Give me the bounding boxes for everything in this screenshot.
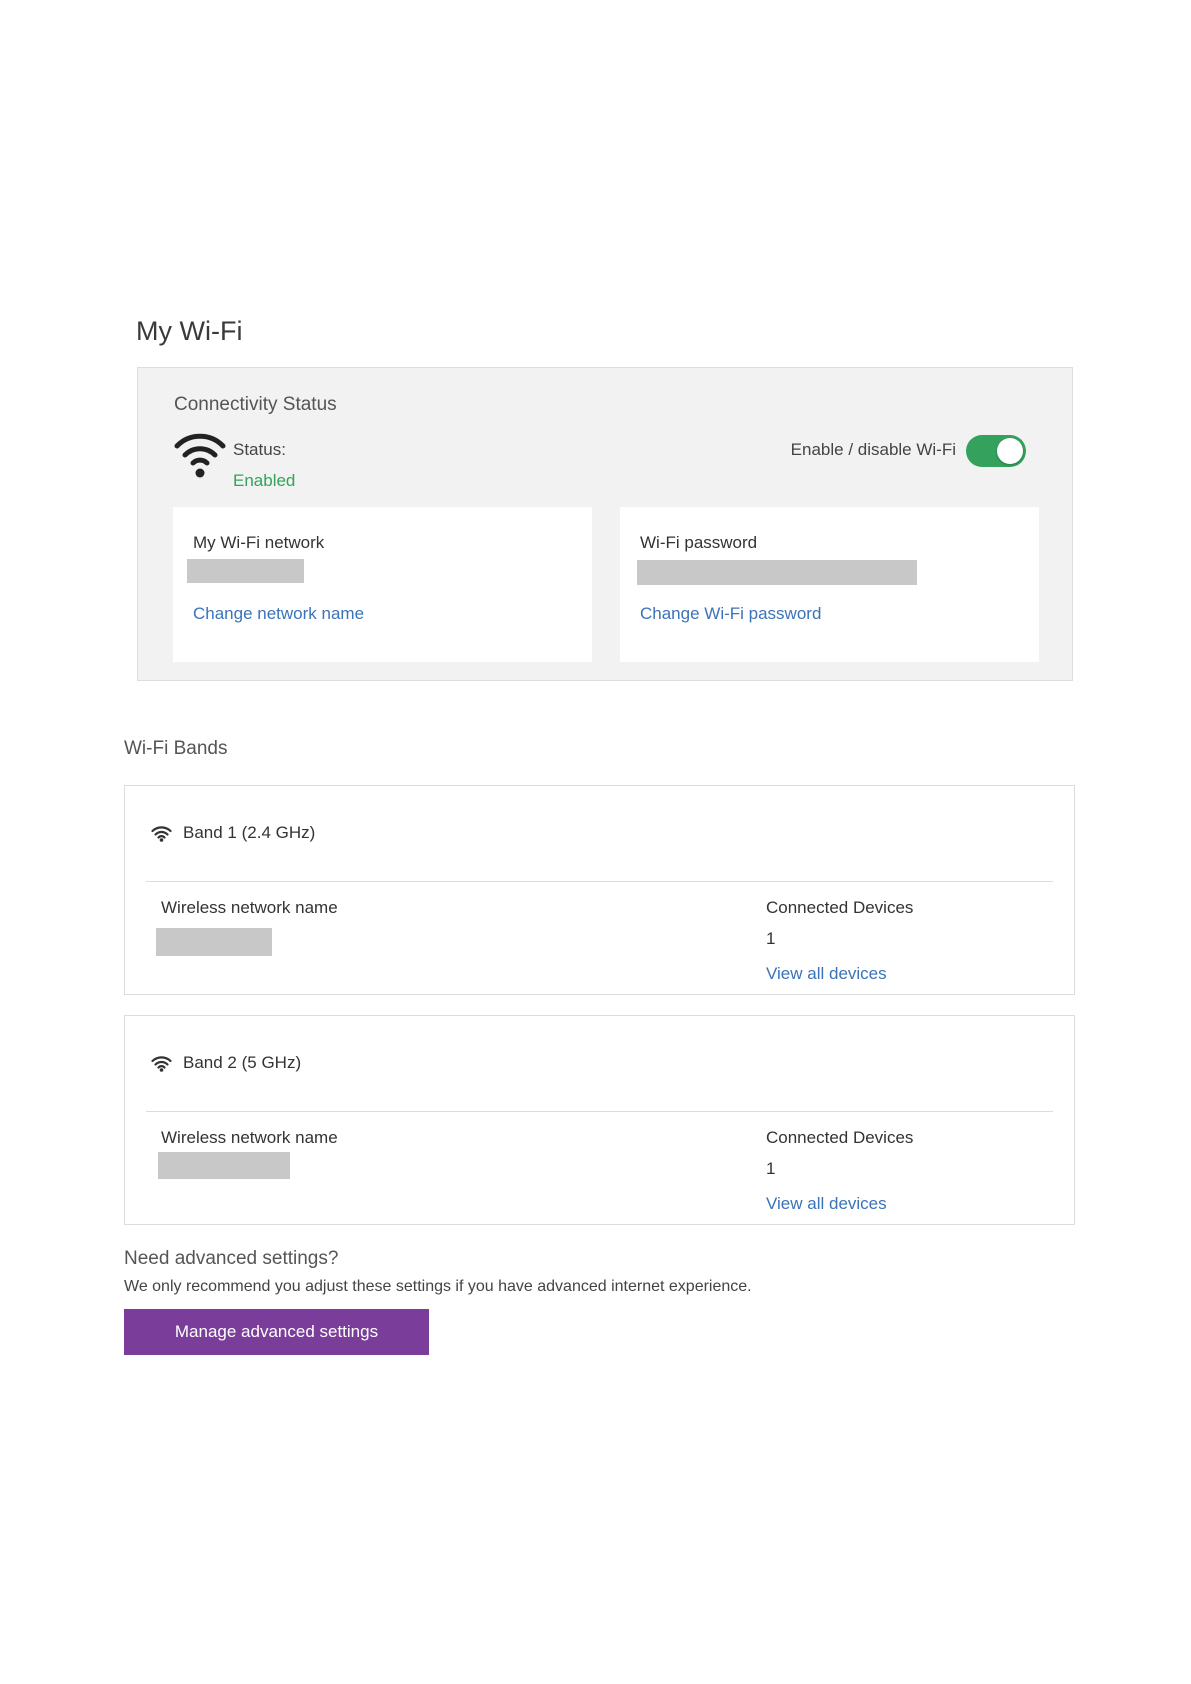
band-title: Band 1 (2.4 GHz) bbox=[183, 823, 316, 842]
change-network-name-link[interactable]: Change network name bbox=[193, 604, 364, 624]
connected-devices-label: Connected Devices bbox=[766, 1128, 914, 1147]
wifi-password-card: Wi-Fi password Change Wi-Fi password bbox=[620, 507, 1039, 662]
status-value: Enabled bbox=[233, 471, 296, 490]
wifi-password-title: Wi-Fi password bbox=[640, 533, 758, 552]
connected-devices-count: 1 bbox=[766, 929, 776, 948]
band-divider bbox=[146, 1111, 1053, 1112]
connected-devices-label: Connected Devices bbox=[766, 898, 914, 917]
wifi-toggle-label: Enable / disable Wi-Fi bbox=[790, 440, 956, 459]
wifi-icon bbox=[151, 826, 172, 842]
band-card-1: Band 1 (2.4 GHz) Wireless network name C… bbox=[124, 785, 1075, 995]
network-name-title: My Wi-Fi network bbox=[193, 533, 325, 552]
wifi-bands-heading: Wi-Fi Bands bbox=[124, 738, 228, 759]
band-divider bbox=[146, 881, 1053, 882]
advanced-settings-description: We only recommend you adjust these setti… bbox=[124, 1278, 752, 1295]
connectivity-status-heading: Connectivity Status bbox=[174, 394, 337, 415]
view-all-devices-link[interactable]: View all devices bbox=[766, 964, 887, 984]
wifi-toggle-knob bbox=[997, 438, 1023, 464]
change-wifi-password-link[interactable]: Change Wi-Fi password bbox=[640, 604, 821, 624]
page-title: My Wi-Fi bbox=[136, 316, 243, 346]
band-title: Band 2 (5 GHz) bbox=[183, 1053, 302, 1072]
view-all-devices-link[interactable]: View all devices bbox=[766, 1194, 887, 1214]
connected-devices-count: 1 bbox=[766, 1159, 776, 1178]
wifi-password-redacted bbox=[637, 560, 917, 585]
wireless-network-name-redacted bbox=[156, 928, 272, 956]
wireless-network-name-label: Wireless network name bbox=[161, 1128, 338, 1147]
network-name-redacted bbox=[187, 559, 304, 583]
wifi-icon bbox=[174, 433, 226, 478]
wifi-toggle[interactable] bbox=[966, 435, 1026, 467]
advanced-settings-heading: Need advanced settings? bbox=[124, 1248, 339, 1269]
connectivity-status-card: Connectivity Status Status: Enabled Enab… bbox=[137, 367, 1073, 681]
status-label: Status: bbox=[233, 440, 286, 459]
wireless-network-name-label: Wireless network name bbox=[161, 898, 338, 917]
band-card-2: Band 2 (5 GHz) Wireless network name Con… bbox=[124, 1015, 1075, 1225]
network-name-card: My Wi-Fi network Change network name bbox=[173, 507, 592, 662]
wireless-network-name-redacted bbox=[158, 1152, 290, 1179]
manage-advanced-settings-button[interactable]: Manage advanced settings bbox=[124, 1309, 429, 1355]
wifi-icon bbox=[151, 1056, 172, 1072]
